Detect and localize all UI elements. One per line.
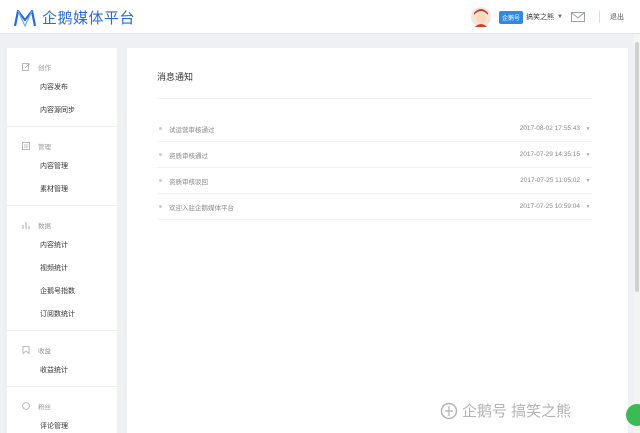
notice-list: 试运营审核通过 2017-08-02 17:55:43 ▼ 资质审核通过 201… bbox=[157, 116, 592, 220]
page-title: 消息通知 bbox=[157, 72, 194, 82]
username[interactable]: 搞笑之熊 bbox=[526, 12, 554, 22]
avatar[interactable] bbox=[471, 7, 492, 27]
sidebar: 创作 内容发布 内容源同步 管理 内容管理 素材管理 数据 内容统计 视频统计 … bbox=[7, 48, 117, 433]
list-item[interactable]: 资质审核驳回 2017-07-25 11:05:02 ▼ bbox=[157, 168, 592, 194]
user-area: 企鹅号 搞笑之熊 ▼ 退出 bbox=[471, 0, 640, 34]
chevron-down-icon[interactable]: ▼ bbox=[584, 126, 592, 132]
sidebar-group-header: 粉丝 bbox=[7, 399, 117, 413]
edit-icon bbox=[22, 63, 30, 71]
sidebar-group-header: 数据 bbox=[7, 218, 117, 232]
sidebar-item-video-stats[interactable]: 视频统计 bbox=[7, 257, 117, 280]
list-item[interactable]: 欢迎入驻企鹅媒体平台 2017-07-25 10:59:04 ▼ bbox=[157, 194, 592, 220]
chevron-down-icon[interactable]: ▼ bbox=[584, 178, 592, 184]
logo[interactable]: 企鹅媒体平台 bbox=[14, 7, 135, 28]
logo-text: 企鹅媒体平台 bbox=[42, 10, 136, 27]
circle-icon bbox=[22, 402, 30, 410]
sidebar-item-revenue-stats[interactable]: 收益统计 bbox=[7, 359, 117, 382]
account-badge: 企鹅号 bbox=[499, 10, 524, 24]
sidebar-group-data: 数据 内容统计 视频统计 企鹅号指数 订阅数统计 bbox=[7, 206, 117, 331]
mail-icon[interactable] bbox=[571, 12, 585, 22]
sidebar-group-create: 创作 内容发布 内容源同步 bbox=[7, 48, 117, 127]
sidebar-item-subscriber-stats[interactable]: 订阅数统计 bbox=[7, 303, 117, 326]
top-bar: 企鹅媒体平台 企鹅号 搞笑之熊 ▼ 退出 bbox=[0, 0, 640, 34]
notice-time: 2017-08-02 17:55:43 bbox=[519, 125, 580, 132]
chevron-down-icon[interactable]: ▼ bbox=[584, 152, 592, 158]
chevron-down-icon[interactable]: ▼ bbox=[584, 204, 592, 210]
sidebar-item-comment-manage[interactable]: 评论管理 bbox=[7, 415, 117, 433]
sidebar-group-header: 创作 bbox=[7, 60, 117, 74]
sidebar-item-content-manage[interactable]: 内容管理 bbox=[7, 155, 117, 178]
notice-text: 欢迎入驻企鹅媒体平台 bbox=[169, 204, 234, 212]
bullet-icon bbox=[159, 179, 162, 182]
sidebar-group-header: 收益 bbox=[7, 343, 117, 357]
sidebar-group-header: 管理 bbox=[7, 139, 117, 153]
notice-time: 2017-07-29 14:35:15 bbox=[519, 151, 580, 158]
bullet-icon bbox=[159, 153, 162, 156]
bullet-icon bbox=[159, 127, 162, 130]
bar-chart-icon bbox=[22, 222, 30, 229]
notice-text: 资质审核驳回 bbox=[169, 178, 208, 186]
list-item[interactable]: 试运营审核通过 2017-08-02 17:55:43 ▼ bbox=[157, 116, 592, 142]
page-scrollbar[interactable] bbox=[634, 34, 640, 433]
watermark-logo-icon bbox=[440, 402, 458, 419]
sidebar-group-revenue: 收益 收益统计 bbox=[7, 331, 117, 387]
notice-text: 试运营审核通过 bbox=[169, 126, 215, 134]
document-icon bbox=[22, 142, 30, 150]
list-item[interactable]: 资质审核通过 2017-07-29 14:35:15 ▼ bbox=[157, 142, 592, 168]
bullet-icon bbox=[159, 205, 162, 208]
sidebar-item-account-index[interactable]: 企鹅号指数 bbox=[7, 280, 117, 303]
sidebar-group-fans: 粉丝 评论管理 bbox=[7, 387, 117, 433]
header-divider bbox=[599, 11, 600, 23]
caret-down-icon[interactable]: ▼ bbox=[557, 14, 563, 20]
notice-time: 2017-07-25 11:05:02 bbox=[520, 177, 580, 184]
logout-link[interactable]: 退出 bbox=[610, 12, 624, 22]
sidebar-item-content-publish[interactable]: 内容发布 bbox=[7, 76, 117, 99]
notice-text: 资质审核通过 bbox=[169, 152, 208, 160]
watermark-text: 企鹅号 搞笑之熊 bbox=[462, 403, 572, 420]
sidebar-item-material-manage[interactable]: 素材管理 bbox=[7, 178, 117, 201]
floating-action-icon[interactable] bbox=[626, 404, 640, 426]
logo-icon bbox=[14, 9, 36, 27]
watermark: 企鹅号 搞笑之熊 bbox=[440, 400, 571, 421]
notice-time: 2017-07-25 10:59:04 bbox=[519, 203, 580, 210]
sidebar-item-content-stats[interactable]: 内容统计 bbox=[7, 234, 117, 257]
main-panel: 消息通知 试运营审核通过 2017-08-02 17:55:43 ▼ 资质审核通… bbox=[127, 48, 628, 433]
bookmark-icon bbox=[22, 346, 30, 354]
scrollbar-thumb[interactable] bbox=[635, 42, 639, 292]
sidebar-item-content-sync[interactable]: 内容源同步 bbox=[7, 99, 117, 122]
sidebar-group-manage: 管理 内容管理 素材管理 bbox=[7, 127, 117, 206]
title-divider bbox=[157, 98, 592, 99]
